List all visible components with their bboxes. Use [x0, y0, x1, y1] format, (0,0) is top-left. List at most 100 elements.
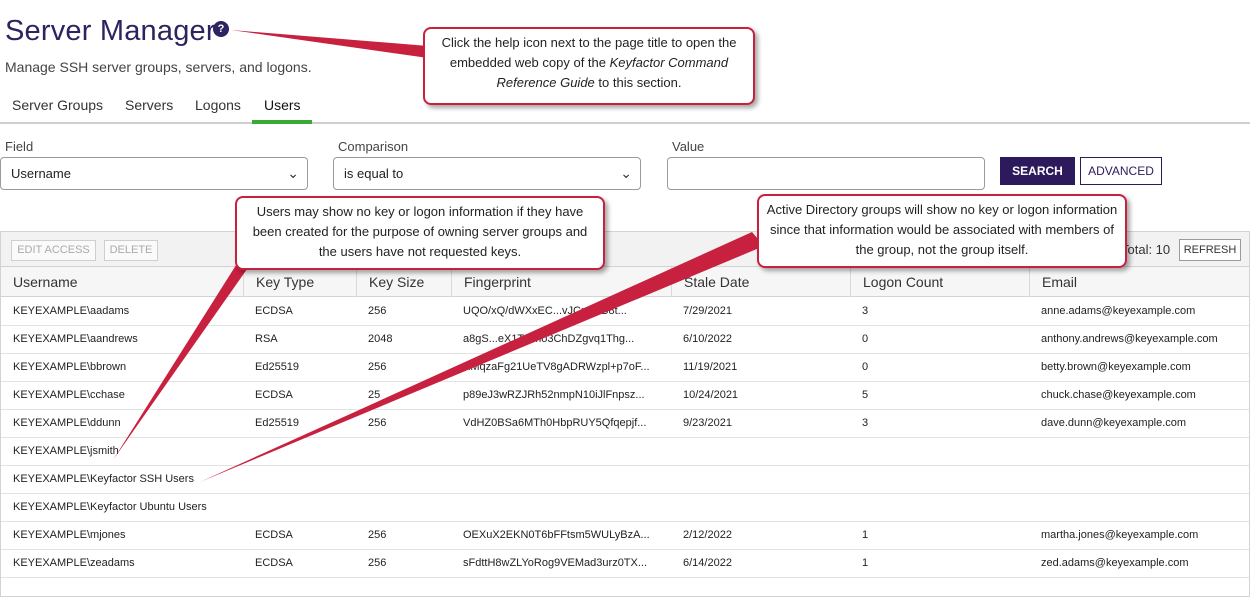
cell-username: KEYEXAMPLE\bbrown — [13, 361, 127, 373]
cell-email: betty.brown@keyexample.com — [1041, 361, 1191, 373]
column-header-fingerprint[interactable]: Fingerprint — [451, 267, 671, 297]
table-row[interactable]: KEYEXAMPLE\ddunn Ed25519 256 VdHZ0BSa6MTh0H… — [1, 410, 1249, 438]
refresh-button[interactable]: REFRESH — [1179, 239, 1241, 261]
tab-logons[interactable]: Logons — [195, 97, 241, 113]
tab-users[interactable]: Users — [264, 97, 301, 113]
cell-email — [1029, 438, 1249, 465]
cell-logon-count — [850, 466, 1029, 493]
field-select[interactable]: Username ⌄ — [0, 157, 308, 190]
users-callout: Users may show no key or logon informati… — [235, 196, 605, 270]
cell-key-size: 2048 — [368, 333, 393, 345]
table-row[interactable]: KEYEXAMPLE\jsmith — [1, 438, 1249, 466]
cell-username: KEYEXAMPLE\cchase — [13, 389, 125, 401]
cell-logon-count: 3 — [862, 417, 869, 429]
cell-email: dave.dunn@keyexample.com — [1041, 417, 1187, 429]
cell-username: KEYEXAMPLE\aandrews — [13, 333, 138, 345]
cell-key-type: ECDSA — [255, 389, 293, 401]
table-header: Username Key Type Key Size Fingerprint S… — [1, 267, 1249, 297]
comparison-select-value: is equal to — [344, 166, 404, 181]
table-row[interactable]: KEYEXAMPLE\Keyfactor Ubuntu Users — [1, 494, 1249, 522]
value-label: Value — [672, 139, 705, 154]
cell-key-size: 25 — [368, 389, 381, 401]
field-label: Field — [5, 139, 34, 154]
tab-servers[interactable]: Servers — [125, 97, 173, 113]
cell-key-size: 256 — [368, 305, 387, 317]
cell-stale-date — [671, 494, 850, 521]
table-row[interactable]: KEYEXAMPLE\mjones ECDSA 256 OEXuX2EKN0T6bFF… — [1, 522, 1249, 550]
page-title: Server Manager — [5, 15, 216, 47]
cell-logon-count: 0 — [862, 333, 869, 345]
column-header-logon-count[interactable]: Logon Count — [850, 267, 1029, 297]
search-button[interactable]: SEARCH — [1000, 157, 1075, 185]
cell-email — [1029, 494, 1249, 521]
cell-key-size — [356, 494, 451, 521]
cell-stale-date: 6/14/2022 — [683, 557, 732, 569]
cell-key-type: ECDSA — [255, 557, 293, 569]
cell-fingerprint — [451, 494, 671, 521]
cell-key-type: Ed25519 — [255, 361, 300, 373]
help-icon[interactable]: ? — [213, 21, 229, 37]
table-row[interactable]: KEYEXAMPLE\bbrown Ed25519 256 XMqzaFg21UeTV… — [1, 354, 1249, 382]
delete-button[interactable]: DELETE — [104, 240, 158, 261]
table-row[interactable]: KEYEXAMPLE\zeadams ECDSA 256 sFdttH8wZLYoRo… — [1, 550, 1249, 578]
cell-stale-date: 2/12/2022 — [683, 529, 732, 541]
cell-username: KEYEXAMPLE\mjones — [13, 529, 126, 541]
users-grid: EDIT ACCESS DELETE Total: 10 REFRESH Use… — [0, 231, 1250, 597]
cell-key-type: RSA — [255, 333, 278, 345]
cell-username: KEYEXAMPLE\Keyfactor Ubuntu Users — [13, 501, 207, 513]
cell-logon-count: 1 — [862, 529, 869, 541]
cell-fingerprint: a8gS...eX1TCmo3ChDZgvq1Thg... — [463, 333, 635, 345]
table-row[interactable]: KEYEXAMPLE\aandrews RSA 2048 a8gS...eX1TCmo… — [1, 326, 1249, 354]
cell-stale-date — [671, 466, 850, 493]
cell-key-type: ECDSA — [255, 305, 293, 317]
edit-access-button[interactable]: EDIT ACCESS — [11, 240, 96, 261]
cell-stale-date: 10/24/2021 — [683, 389, 739, 401]
cell-email: zed.adams@keyexample.com — [1041, 557, 1189, 569]
cell-fingerprint: VdHZ0BSa6MTh0HbpRUY5Qfqepjf... — [463, 417, 647, 429]
value-input[interactable] — [667, 157, 985, 190]
ad-callout: Active Directory groups will show no key… — [757, 194, 1127, 268]
help-callout-pointer — [231, 30, 428, 58]
cell-username: KEYEXAMPLE\ddunn — [13, 417, 121, 429]
column-header-email[interactable]: Email — [1029, 267, 1249, 297]
total-count: Total: 10 — [1121, 242, 1171, 257]
cell-stale-date — [671, 438, 850, 465]
chevron-down-icon: ⌄ — [620, 165, 632, 181]
cell-stale-date: 6/10/2022 — [683, 333, 732, 345]
cell-username: KEYEXAMPLE\zeadams — [13, 557, 135, 569]
cell-logon-count: 0 — [862, 361, 869, 373]
cell-email: anthony.andrews@keyexample.com — [1041, 333, 1218, 345]
cell-fingerprint — [451, 438, 671, 465]
cell-key-type: ECDSA — [255, 529, 293, 541]
cell-key-size: 256 — [368, 361, 387, 373]
column-header-stale-date[interactable]: Stale Date — [671, 267, 850, 297]
table-row[interactable]: KEYEXAMPLE\aadams ECDSA 256 UQO/xQ/dWXxEC..… — [1, 298, 1249, 326]
cell-key-size: 256 — [368, 417, 387, 429]
cell-fingerprint: OEXuX2EKN0T6bFFtsm5WULyBzA... — [463, 529, 650, 541]
column-header-key-type[interactable]: Key Type — [243, 267, 356, 297]
column-header-username[interactable]: Username — [1, 267, 243, 297]
column-header-key-size[interactable]: Key Size — [356, 267, 451, 297]
cell-stale-date: 11/19/2021 — [683, 361, 738, 373]
tab-server-groups[interactable]: Server Groups — [12, 97, 103, 113]
cell-logon-count: 5 — [862, 389, 869, 401]
table-row[interactable]: KEYEXAMPLE\Keyfactor SSH Users — [1, 466, 1249, 494]
cell-username: KEYEXAMPLE\Keyfactor SSH Users — [13, 473, 194, 485]
advanced-button[interactable]: ADVANCED — [1080, 157, 1162, 185]
help-callout: Click the help icon next to the page tit… — [423, 27, 755, 105]
cell-fingerprint: p89eJ3wRZJRh52nmpN10iJlFnpsz... — [463, 389, 645, 401]
cell-email: chuck.chase@keyexample.com — [1041, 389, 1196, 401]
table-row[interactable]: KEYEXAMPLE\cchase ECDSA 25 p89eJ3wRZJRh52nm… — [1, 382, 1249, 410]
cell-fingerprint: sFdttH8wZLYoRog9VEMad3urz0TX... — [463, 557, 648, 569]
cell-email: martha.jones@keyexample.com — [1041, 529, 1199, 541]
page-subtitle: Manage SSH server groups, servers, and l… — [5, 59, 312, 75]
comparison-select[interactable]: is equal to ⌄ — [333, 157, 641, 190]
cell-logon-count: 1 — [862, 557, 869, 569]
cell-username: KEYEXAMPLE\jsmith — [13, 445, 119, 457]
cell-key-size — [356, 438, 451, 465]
cell-key-type — [243, 438, 356, 465]
cell-logon-count — [850, 494, 1029, 521]
cell-fingerprint: XMqzaFg21UeTV8gADRWzpl+p7oF... — [463, 361, 650, 373]
cell-key-size: 256 — [368, 529, 387, 541]
cell-stale-date: 9/23/2021 — [683, 417, 732, 429]
